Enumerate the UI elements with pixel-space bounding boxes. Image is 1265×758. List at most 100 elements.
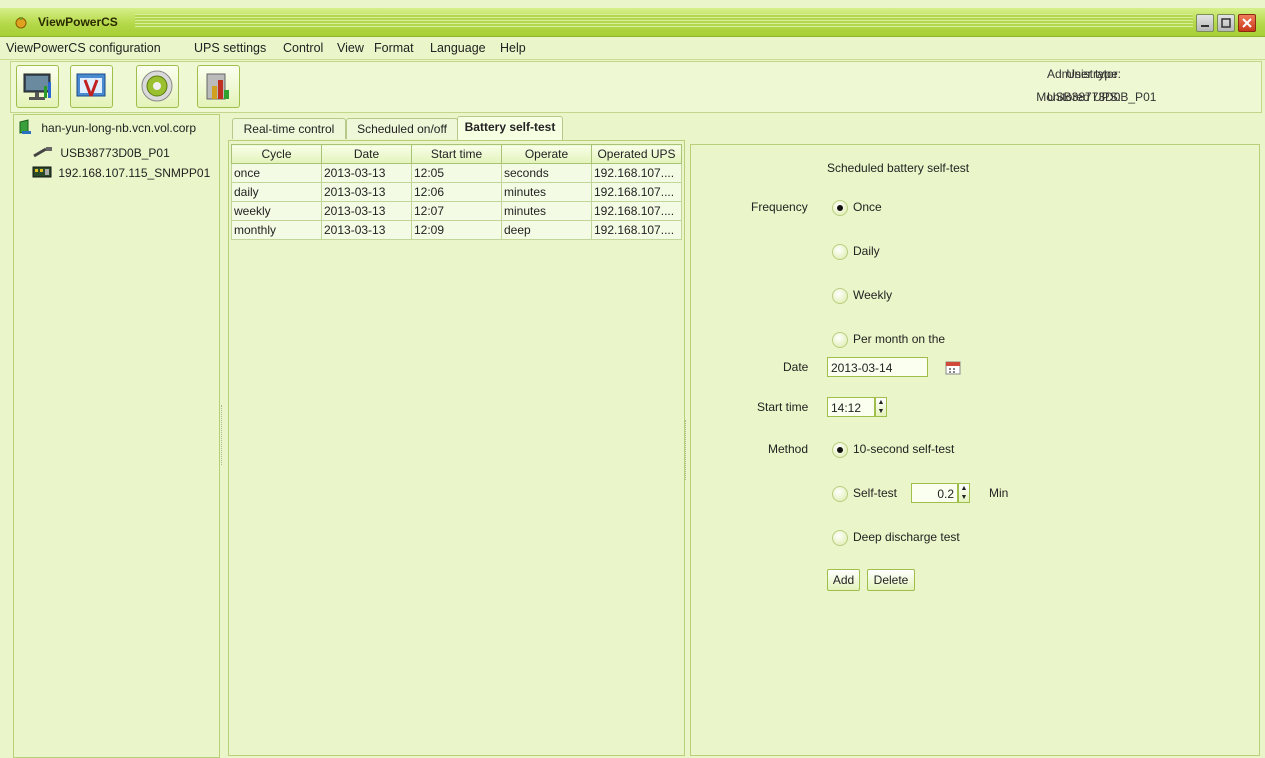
usb-cable-icon xyxy=(33,147,52,158)
radio-10-second-self-test[interactable] xyxy=(832,442,848,458)
menu-language[interactable]: Language xyxy=(430,41,486,55)
radio-self-test[interactable] xyxy=(832,486,848,502)
minimize-button[interactable] xyxy=(1196,14,1214,32)
add-button[interactable]: Add xyxy=(827,569,860,591)
table-row[interactable]: monthly 2013-03-13 12:09 deep 192.168.10… xyxy=(231,220,682,240)
table-header-row: Cycle Date Start time Operate Operated U… xyxy=(231,144,682,164)
schedule-table: Cycle Date Start time Operate Operated U… xyxy=(231,144,682,240)
self-test-minutes-spinner[interactable]: ▲ ▼ xyxy=(958,483,970,503)
configuration-button[interactable] xyxy=(70,65,113,108)
close-button[interactable] xyxy=(1238,14,1256,32)
start-time-field[interactable]: 14:12 xyxy=(827,397,875,417)
cell-date: 2013-03-13 xyxy=(321,163,412,183)
column-header-date[interactable]: Date xyxy=(321,144,412,164)
tools-icon xyxy=(76,73,106,97)
menu-view[interactable]: View xyxy=(337,41,364,55)
radio-self-test-label: Self-test xyxy=(853,486,898,500)
tab-battery-self-test[interactable]: Battery self-test xyxy=(457,116,563,140)
data-log-button[interactable] xyxy=(197,65,240,108)
cell-date: 2013-03-13 xyxy=(321,220,412,240)
computer-icon xyxy=(19,119,31,134)
cell-operate: minutes xyxy=(501,201,592,221)
tab-scheduled-on-off[interactable]: Scheduled on/off xyxy=(346,118,458,139)
radio-deep-discharge-test-label: Deep discharge test xyxy=(853,530,960,544)
form-heading: Scheduled battery self-test xyxy=(827,161,970,175)
menu-configuration[interactable]: ViewPowerCS configuration xyxy=(6,41,161,55)
radio-per-month-label: Per month on the xyxy=(853,332,946,346)
frequency-label: Frequency xyxy=(751,200,808,214)
cell-operate: minutes xyxy=(501,182,592,202)
cell-cycle: weekly xyxy=(231,201,322,221)
radio-once[interactable] xyxy=(832,200,848,216)
network-card-icon xyxy=(32,166,52,178)
left-splitter[interactable] xyxy=(221,405,224,465)
user-type-value: Administrator xyxy=(1047,67,1118,81)
cell-operated-ups: 192.168.107.... xyxy=(591,201,682,221)
cell-operated-ups: 192.168.107.... xyxy=(591,220,682,240)
radio-weekly[interactable] xyxy=(832,288,848,304)
app-icon xyxy=(15,17,27,29)
monitor-icon xyxy=(23,73,51,100)
radio-deep-discharge-test[interactable] xyxy=(832,530,848,546)
menu-control[interactable]: Control xyxy=(283,41,323,55)
tree-item-usb-ups[interactable]: USB38773D0B_P01 xyxy=(32,146,170,160)
cell-start-time: 12:05 xyxy=(411,163,502,183)
cell-cycle: once xyxy=(231,163,322,183)
cell-operate: deep xyxy=(501,220,592,240)
radio-weekly-label: Weekly xyxy=(853,288,893,302)
radio-daily-label: Daily xyxy=(853,244,880,258)
self-test-minutes-field[interactable]: 0.2 xyxy=(911,483,958,503)
cell-start-time: 12:06 xyxy=(411,182,502,202)
title-bar: ViewPowerCS xyxy=(0,8,1265,37)
calendar-icon[interactable] xyxy=(944,358,962,376)
column-header-operate[interactable]: Operate xyxy=(501,144,592,164)
tree-root-label: han-yun-long-nb.vcn.vol.corp xyxy=(41,121,197,135)
cell-operated-ups: 192.168.107.... xyxy=(591,182,682,202)
method-label: Method xyxy=(768,442,809,456)
tree-item-snmp-ups[interactable]: 192.168.107.115_SNMPP01 xyxy=(32,165,210,180)
cell-date: 2013-03-13 xyxy=(321,182,412,202)
cell-operated-ups: 192.168.107.... xyxy=(591,163,682,183)
tree-root[interactable]: han-yun-long-nb.vcn.vol.corp xyxy=(18,119,196,135)
center-splitter[interactable] xyxy=(685,420,688,480)
delete-button[interactable]: Delete xyxy=(867,569,915,591)
menu-format[interactable]: Format xyxy=(374,41,414,55)
toolbar: User type: Administrator Monitored UPS: … xyxy=(10,61,1262,113)
cell-operate: seconds xyxy=(501,163,592,183)
maximize-icon xyxy=(1221,18,1231,28)
self-test-form: Scheduled battery self-test Frequency On… xyxy=(690,144,1260,756)
menu-help[interactable]: Help xyxy=(500,41,526,55)
menu-bar: ViewPowerCS configuration UPS settings C… xyxy=(0,37,1265,60)
schedule-table-panel: Cycle Date Start time Operate Operated U… xyxy=(228,140,685,756)
device-tree: han-yun-long-nb.vcn.vol.corp USB38773D0B… xyxy=(13,114,220,758)
table-row[interactable]: once 2013-03-13 12:05 seconds 192.168.10… xyxy=(231,163,682,183)
start-time-label: Start time xyxy=(757,400,809,414)
menu-ups-settings[interactable]: UPS settings xyxy=(194,41,266,55)
cell-cycle: daily xyxy=(231,182,322,202)
close-icon xyxy=(1242,18,1252,28)
date-label: Date xyxy=(783,360,809,374)
maximize-button[interactable] xyxy=(1217,14,1235,32)
table-row[interactable]: weekly 2013-03-13 12:07 minutes 192.168.… xyxy=(231,201,682,221)
tree-item-label: USB38773D0B_P01 xyxy=(60,146,170,160)
radio-daily[interactable] xyxy=(832,244,848,260)
cell-start-time: 12:07 xyxy=(411,201,502,221)
tree-item-label: 192.168.107.115_SNMPP01 xyxy=(58,166,211,180)
monitor-button[interactable] xyxy=(16,65,59,108)
minimize-icon xyxy=(1201,25,1209,27)
column-header-start-time[interactable]: Start time xyxy=(411,144,502,164)
tab-real-time-control[interactable]: Real-time control xyxy=(232,118,346,139)
column-header-operated-ups[interactable]: Operated UPS xyxy=(591,144,682,164)
start-time-spinner[interactable]: ▲ ▼ xyxy=(875,397,887,417)
radio-once-label: Once xyxy=(853,200,882,214)
title-bar-decoration xyxy=(135,14,1193,28)
chart-icon xyxy=(206,73,229,100)
cell-cycle: monthly xyxy=(231,220,322,240)
column-header-cycle[interactable]: Cycle xyxy=(231,144,322,164)
date-field[interactable]: 2013-03-14 xyxy=(827,357,928,377)
settings-button[interactable] xyxy=(136,65,179,108)
table-row[interactable]: daily 2013-03-13 12:06 minutes 192.168.1… xyxy=(231,182,682,202)
gear-icon xyxy=(141,70,173,102)
radio-per-month[interactable] xyxy=(832,332,848,348)
min-label: Min xyxy=(989,486,1009,500)
